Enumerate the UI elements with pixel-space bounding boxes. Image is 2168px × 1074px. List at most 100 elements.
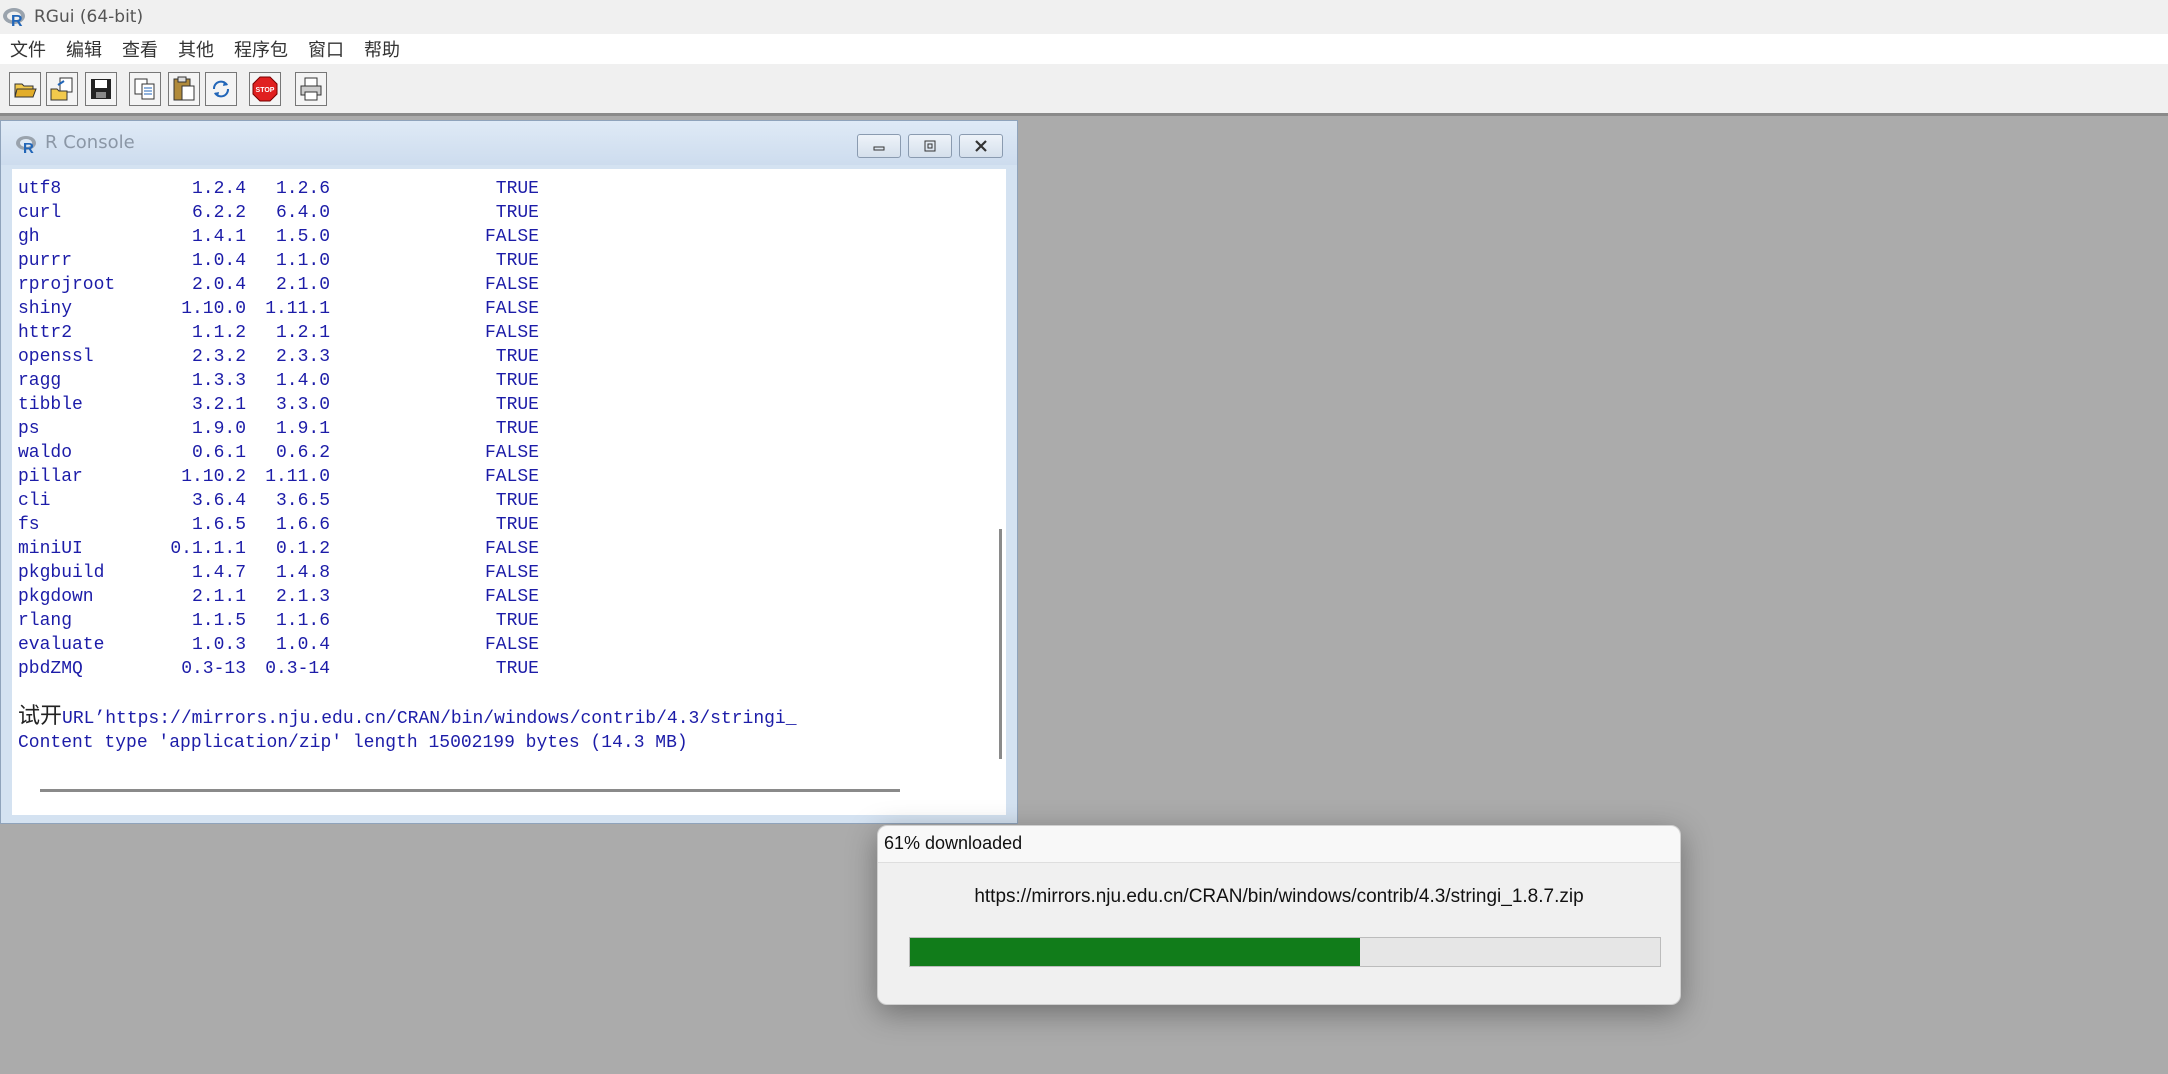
needs-compilation-flag: FALSE xyxy=(484,275,539,295)
installed-version: 3.2.1 xyxy=(191,395,246,415)
column-gap xyxy=(246,369,258,393)
column-gap xyxy=(246,225,258,249)
package-row: rlang 1.1.5 1.1.6 TRUE xyxy=(18,609,998,633)
column-gap xyxy=(330,417,467,441)
package-row: evaluate 1.0.3 1.0.4 FALSE xyxy=(18,633,998,657)
package-row: cli 3.6.4 3.6.5 TRUE xyxy=(18,489,998,513)
svg-text:R: R xyxy=(11,13,23,28)
horizontal-scrollbar[interactable] xyxy=(12,765,1006,815)
installed-version: 1.1.2 xyxy=(191,323,246,343)
vertical-scrollbar[interactable] xyxy=(996,169,1006,765)
column-gap xyxy=(246,633,258,657)
installed-version: 0.1.1.1 xyxy=(170,539,246,559)
package-row: openssl 2.3.2 2.3.3 TRUE xyxy=(18,345,998,369)
menu-help[interactable]: 帮助 xyxy=(354,36,410,62)
installed-version: 1.10.0 xyxy=(181,299,246,319)
menu-edit[interactable]: 编辑 xyxy=(56,36,112,62)
package-name: ragg xyxy=(18,371,62,391)
package-name: rlang xyxy=(18,611,73,631)
needs-compilation-flag: TRUE xyxy=(495,251,539,271)
column-gap xyxy=(246,201,258,225)
column-gap xyxy=(330,369,467,393)
installed-version: 3.6.4 xyxy=(191,491,246,511)
column-gap xyxy=(246,297,258,321)
package-status-table: utf8 1.2.4 1.2.6 TRUE curl 6.2.2 6.4.0 TRUE gh 1.… xyxy=(18,177,998,681)
package-row: ps 1.9.0 1.9.1 TRUE xyxy=(18,417,998,441)
installed-version: 2.1.1 xyxy=(191,587,246,607)
copy-button[interactable] xyxy=(129,72,161,106)
minimize-button[interactable] xyxy=(857,134,901,158)
installed-version: 1.9.0 xyxy=(191,419,246,439)
available-version: 1.5.0 xyxy=(275,227,330,247)
column-gap xyxy=(330,225,467,249)
print-icon xyxy=(300,77,322,101)
open-script-button[interactable] xyxy=(9,72,41,106)
installed-version: 1.6.5 xyxy=(191,515,246,535)
refresh-button[interactable] xyxy=(205,72,237,106)
menu-file[interactable]: 文件 xyxy=(0,36,56,62)
available-version: 1.2.1 xyxy=(275,323,330,343)
package-row: pillar 1.10.2 1.11.0 FALSE xyxy=(18,465,998,489)
r-logo-icon: R xyxy=(2,6,28,30)
content-type-line: Content type 'application/zip' length 15… xyxy=(18,733,688,753)
needs-compilation-flag: TRUE xyxy=(495,395,539,415)
vertical-scroll-thumb[interactable] xyxy=(999,529,1002,759)
column-gap xyxy=(330,441,467,465)
available-version: 1.2.6 xyxy=(275,179,330,199)
needs-compilation-flag: TRUE xyxy=(495,515,539,535)
menu-bar: 文件 编辑 查看 其他 程序包 窗口 帮助 xyxy=(0,34,2168,64)
dialog-header[interactable]: 61% downloaded xyxy=(878,826,1680,863)
print-button[interactable] xyxy=(295,72,327,106)
package-row: gh 1.4.1 1.5.0 FALSE xyxy=(18,225,998,249)
save-icon xyxy=(91,79,111,99)
r-console-logo-icon: R xyxy=(15,133,39,157)
maximize-icon xyxy=(924,140,936,152)
column-gap xyxy=(330,657,467,681)
available-version: 1.11.1 xyxy=(265,299,330,319)
stop-button[interactable]: STOP xyxy=(249,72,281,106)
needs-compilation-flag: FALSE xyxy=(484,539,539,559)
column-gap xyxy=(246,273,258,297)
menu-windows[interactable]: 窗口 xyxy=(298,36,354,62)
package-row: utf8 1.2.4 1.2.6 TRUE xyxy=(18,177,998,201)
stop-icon: STOP xyxy=(252,76,278,102)
close-button[interactable] xyxy=(959,134,1003,158)
column-gap xyxy=(246,489,258,513)
needs-compilation-flag: FALSE xyxy=(484,227,539,247)
package-name: rprojroot xyxy=(18,275,116,295)
needs-compilation-flag: TRUE xyxy=(495,347,539,367)
installed-version: 1.0.4 xyxy=(191,251,246,271)
installed-version: 1.1.5 xyxy=(191,611,246,631)
package-row: pkgdown 2.1.1 2.1.3 FALSE xyxy=(18,585,998,609)
column-gap xyxy=(246,585,258,609)
package-row: pbdZMQ 0.3-13 0.3-14 TRUE xyxy=(18,657,998,681)
package-row: rprojroot 2.0.4 2.1.0 FALSE xyxy=(18,273,998,297)
available-version: 1.4.0 xyxy=(275,371,330,391)
console-output[interactable]: utf8 1.2.4 1.2.6 TRUE curl 6.2.2 6.4.0 TRUE gh 1.… xyxy=(12,169,1006,815)
menu-packages[interactable]: 程序包 xyxy=(224,36,298,62)
available-version: 2.1.3 xyxy=(275,587,330,607)
package-row: httr2 1.1.2 1.2.1 FALSE xyxy=(18,321,998,345)
load-workspace-button[interactable] xyxy=(46,72,78,106)
console-title: R Console xyxy=(45,132,135,153)
package-name: pkgdown xyxy=(18,587,94,607)
needs-compilation-flag: TRUE xyxy=(495,659,539,679)
app-titlebar: R RGui (64-bit) xyxy=(0,0,2168,34)
maximize-button[interactable] xyxy=(908,134,952,158)
package-name: fs xyxy=(18,515,40,535)
package-name: cli xyxy=(18,491,51,511)
needs-compilation-flag: TRUE xyxy=(495,491,539,511)
save-button[interactable] xyxy=(85,72,117,106)
menu-misc[interactable]: 其他 xyxy=(168,36,224,62)
column-gap xyxy=(330,489,467,513)
paste-button[interactable] xyxy=(168,72,200,106)
column-gap xyxy=(330,249,467,273)
package-name: evaluate xyxy=(18,635,105,655)
available-version: 2.1.0 xyxy=(275,275,330,295)
load-workspace-icon xyxy=(50,77,73,101)
horizontal-scroll-thumb[interactable] xyxy=(40,789,900,792)
open-script-icon xyxy=(14,83,37,98)
column-gap xyxy=(246,345,258,369)
menu-view[interactable]: 查看 xyxy=(112,36,168,62)
console-titlebar[interactable]: R R Console xyxy=(1,121,1017,165)
